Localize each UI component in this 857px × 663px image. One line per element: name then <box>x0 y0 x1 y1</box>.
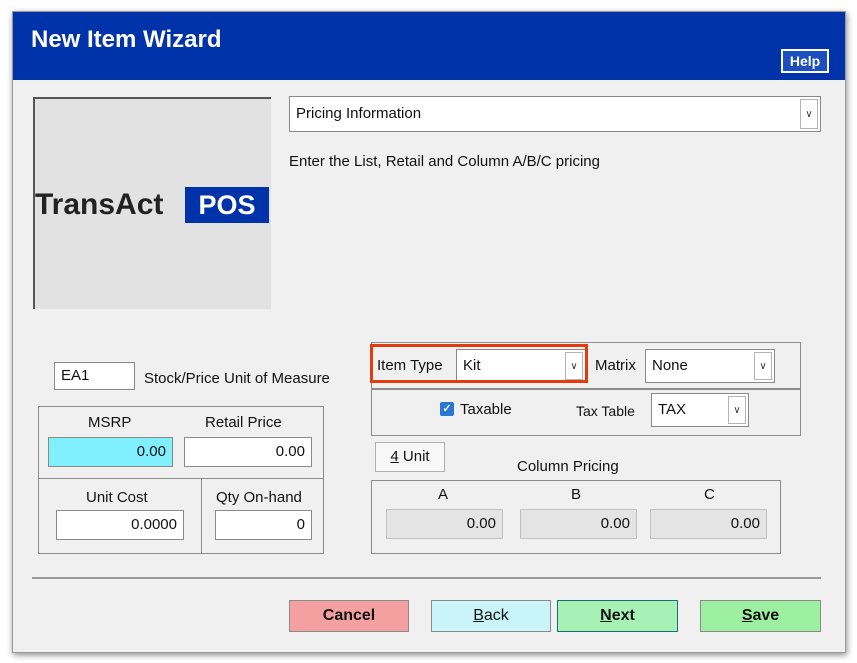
back-button[interactable]: Back <box>431 600 551 632</box>
unit-of-measure-label: Stock/Price Unit of Measure <box>144 370 330 387</box>
new-item-wizard-window: New Item Wizard Help TransAct POS Pricin… <box>12 11 846 653</box>
next-button-label: ext <box>611 607 635 624</box>
chevron-down-icon[interactable]: ∨ <box>728 396 746 424</box>
chevron-down-icon[interactable]: ∨ <box>754 352 772 380</box>
msrp-input[interactable]: 0.00 <box>48 437 173 467</box>
unit-of-measure-input[interactable]: EA1 <box>54 362 135 390</box>
unit-cost-input[interactable]: 0.0000 <box>56 510 184 540</box>
back-button-key: B <box>473 607 484 624</box>
wizard-step-select[interactable]: Pricing Information ∨ <box>289 96 821 132</box>
msrp-label: MSRP <box>88 414 132 431</box>
save-button[interactable]: Save <box>700 600 821 632</box>
column-a-label: A <box>438 486 449 503</box>
retail-price-input[interactable]: 0.00 <box>184 437 312 467</box>
unit-cost-label: Unit Cost <box>86 489 148 506</box>
column-a-input[interactable]: 0.00 <box>386 509 503 539</box>
matrix-value: None <box>652 357 688 374</box>
logo-text: TransAct <box>35 188 164 221</box>
taxable-label: Taxable <box>460 401 512 418</box>
unit-button[interactable]: 4 Unit <box>375 442 445 472</box>
column-pricing-title: Column Pricing <box>517 458 619 475</box>
back-button-label: ack <box>483 607 509 624</box>
window-title: New Item Wizard <box>31 26 222 53</box>
next-button-key: N <box>600 607 612 624</box>
instructions-text: Enter the List, Retail and Column A/B/C … <box>289 153 600 170</box>
chevron-down-icon[interactable]: ∨ <box>800 99 818 129</box>
save-button-label: ave <box>752 607 780 624</box>
footer-divider <box>32 577 821 579</box>
wizard-step-value: Pricing Information <box>296 105 422 122</box>
taxable-checkbox[interactable]: ✓ <box>440 402 454 416</box>
cancel-button[interactable]: Cancel <box>289 600 409 632</box>
divider <box>201 478 202 554</box>
tax-table-value: TAX <box>658 401 687 418</box>
tax-table-label: Tax Table <box>576 403 635 419</box>
qty-on-hand-label: Qty On-hand <box>216 489 302 506</box>
column-b-label: B <box>571 486 582 503</box>
retail-price-label: Retail Price <box>205 414 282 431</box>
column-c-label: C <box>704 486 715 503</box>
column-c-input[interactable]: 0.00 <box>650 509 767 539</box>
logo-pos-badge: POS <box>185 187 269 223</box>
item-type-highlight <box>370 344 588 383</box>
matrix-label: Matrix <box>595 357 636 374</box>
divider <box>38 478 324 479</box>
save-button-key: S <box>741 607 753 624</box>
help-button[interactable]: Help <box>781 49 829 73</box>
title-bar: New Item Wizard Help <box>13 12 845 80</box>
unit-button-label: Unit <box>398 448 430 465</box>
logo-panel: TransAct POS <box>33 97 271 309</box>
unit-button-key: 4 <box>390 448 399 465</box>
next-button[interactable]: Next <box>557 600 678 632</box>
column-b-input[interactable]: 0.00 <box>520 509 637 539</box>
tax-table-select[interactable]: TAX ∨ <box>651 393 749 427</box>
matrix-select[interactable]: None ∨ <box>645 349 775 383</box>
qty-on-hand-input[interactable]: 0 <box>215 510 312 540</box>
